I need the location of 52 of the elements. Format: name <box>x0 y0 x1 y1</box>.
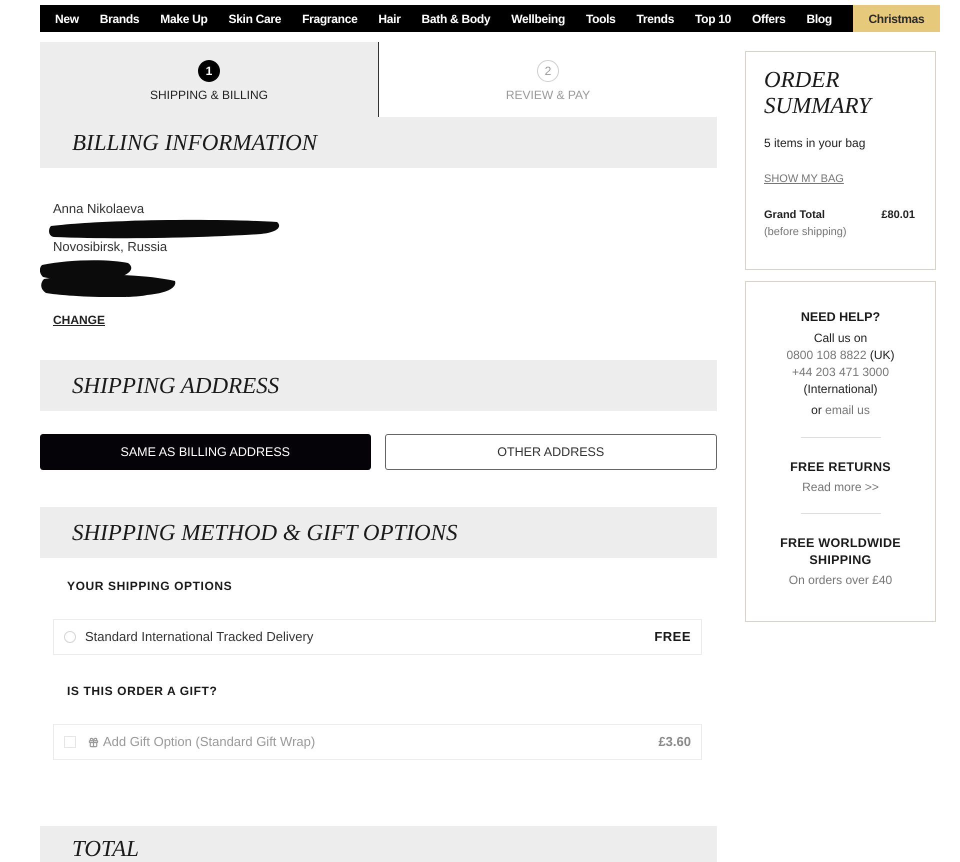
phone-link[interactable]: 0800 108 8822 <box>786 348 867 362</box>
grand-total-label: Grand Total <box>764 209 825 222</box>
shipping-option-label: Standard International Tracked Delivery <box>85 628 314 646</box>
address-option-button[interactable]: OTHER ADDRESS <box>384 434 717 470</box>
nav-link[interactable]: Brands <box>100 5 140 32</box>
gift-icon <box>88 736 99 748</box>
show-bag-link[interactable]: SHOW MY BAG <box>764 173 844 186</box>
email-line: or email us <box>811 402 870 419</box>
section-title: BILLING INFORMATION <box>72 130 318 156</box>
nav-link[interactable]: New <box>55 5 79 32</box>
address-option-button[interactable]: SAME AS BILLING ADDRESS <box>40 434 370 470</box>
change-link[interactable]: CHANGE <box>53 313 106 327</box>
nav-link[interactable]: Make Up <box>160 5 208 32</box>
gift-option-price: £3.60 <box>658 733 691 752</box>
nav-link[interactable]: Top 10 <box>695 5 732 32</box>
nav-link[interactable]: Tools <box>586 5 616 32</box>
section-title: TOTAL <box>72 836 139 862</box>
nav-link[interactable]: Wellbeing <box>511 5 565 32</box>
section-title: SHIPPING ADDRESS <box>72 372 280 398</box>
nav-link[interactable]: Skin Care <box>228 5 282 32</box>
nav-link[interactable]: Fragrance <box>302 5 358 32</box>
read-more-link[interactable]: Read more >> <box>802 480 879 494</box>
grand-total-value: £80.01 <box>881 209 915 222</box>
perk-title: FREE WORLDWIDE SHIPPING <box>779 535 902 569</box>
section-title: SHIPPING METHOD & GIFT OPTIONS <box>72 520 458 546</box>
order-summary-title: ORDER SUMMARY <box>764 67 874 119</box>
bag-count-text: 5 items in your bag <box>764 136 866 150</box>
email-link[interactable]: email us <box>825 403 870 417</box>
phone-line: +44 203 471 3000 (International) <box>790 364 890 398</box>
shipping-options-heading: YOUR SHIPPING OPTIONS <box>67 579 232 593</box>
shipping-option-row[interactable]: Standard International Tracked Delivery FREE <box>53 619 702 655</box>
phone-link[interactable]: +44 203 471 3000 <box>792 365 890 379</box>
perk-title: FREE RETURNS <box>789 459 892 476</box>
billing-name: Anna Nikolaeva <box>53 201 144 217</box>
perk-text: On orders over £40 <box>788 573 892 587</box>
help-title: NEED HELP? <box>800 310 880 325</box>
grand-total-note: (before shipping) <box>764 226 847 239</box>
nav-link[interactable]: Trends <box>636 5 674 32</box>
nav-link[interactable]: Christmas <box>852 5 940 32</box>
call-us-text: Call us on <box>814 330 868 347</box>
phone-line: 0800 108 8822 (UK) <box>786 347 895 364</box>
nav-link[interactable]: Bath & Body <box>422 5 490 32</box>
step-label: SHIPPING & BILLING <box>150 88 268 102</box>
nav-link[interactable]: Offers <box>752 5 786 32</box>
billing-city: Novosibirsk, Russia <box>53 239 168 254</box>
gift-option-label: Add Gift Option (Standard Gift Wrap) <box>103 733 316 752</box>
nav-link[interactable]: Blog <box>806 5 832 32</box>
gift-heading: IS THIS ORDER A GIFT? <box>67 684 218 698</box>
shipping-option-price: FREE <box>654 628 691 646</box>
step-label: REVIEW & PAY <box>506 88 590 102</box>
radio-button[interactable] <box>64 631 76 643</box>
nav-link[interactable]: Hair <box>378 5 401 32</box>
